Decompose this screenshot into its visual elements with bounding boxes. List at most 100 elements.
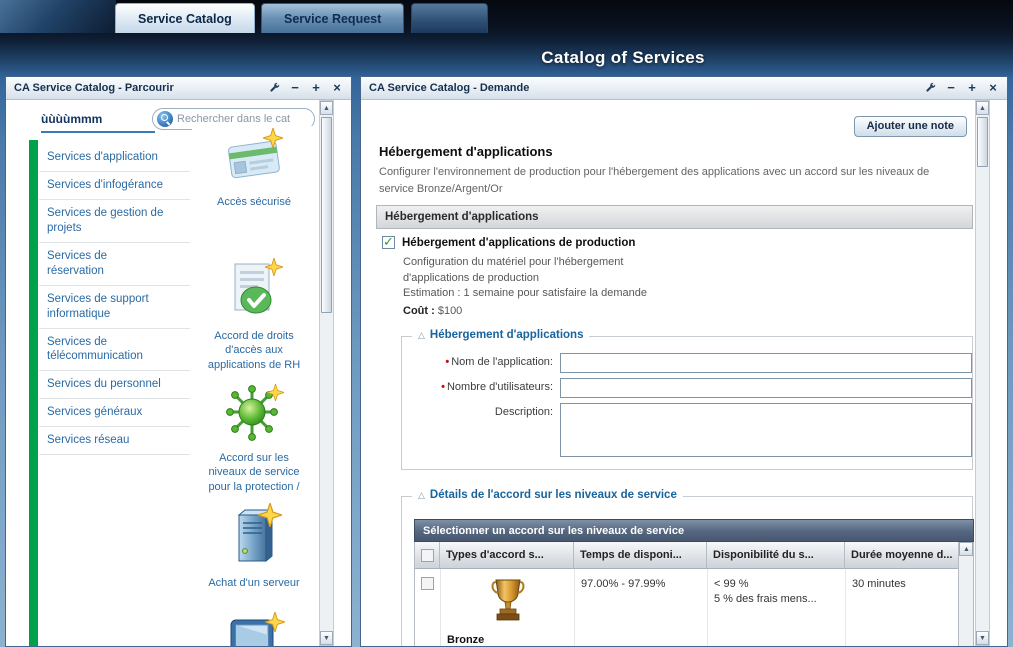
category-item[interactable]: Services de support informatique — [39, 286, 190, 329]
service-sla-protection[interactable]: Accord sur les niveaux de service pour l… — [192, 382, 316, 494]
scroll-down-icon[interactable]: ▼ — [320, 631, 333, 645]
select-all-checkbox[interactable] — [421, 549, 434, 562]
section-header: Hébergement d'applications — [376, 205, 973, 229]
category-item[interactable]: Services réseau — [39, 427, 190, 455]
application-form-group: △ Hébergement d'applications •Nom de l'a… — [401, 336, 973, 470]
category-item[interactable]: Services du personnel — [39, 371, 190, 399]
page-title: Catalog of Services — [541, 48, 704, 68]
browse-panel-header: CA Service Catalog - Parcourir − + × — [6, 77, 351, 100]
sla-row-availability: < 99 % 5 % des frais mens... — [708, 569, 846, 646]
tab-separator — [411, 3, 488, 33]
category-item[interactable]: Services généraux — [39, 399, 190, 427]
scroll-up-icon[interactable]: ▲ — [320, 101, 333, 115]
add-note-button[interactable]: Ajouter une note — [854, 116, 967, 137]
request-panel-body: Ajouter une note Hébergement d'applicati… — [361, 100, 1007, 646]
column-header-uptime[interactable]: Temps de disponi... — [574, 542, 707, 569]
scroll-up-icon[interactable]: ▲ — [959, 542, 973, 556]
collapse-icon[interactable]: △ — [418, 490, 425, 501]
scroll-up-icon[interactable]: ▲ — [976, 101, 989, 115]
column-header-availability[interactable]: Disponibilité du s... — [707, 542, 845, 569]
monitor-icon — [223, 612, 285, 646]
request-panel: CA Service Catalog - Demande − + × Ajout… — [360, 76, 1008, 647]
category-accent-bar — [29, 140, 38, 646]
field-label: •Nombre d'utilisateurs: — [410, 378, 560, 398]
select-all-cell — [415, 542, 440, 569]
left-panel-scrollbar[interactable]: ▲ ▼ — [319, 100, 334, 646]
featured-label: Accord de droits d'accès aux application… — [199, 329, 309, 372]
browse-panel-title: CA Service Catalog - Parcourir — [14, 82, 268, 94]
field-label: •Nom de l'application: — [410, 353, 560, 373]
cost-value: $100 — [438, 305, 462, 317]
offering-estimation: Estimation : 1 semaine pour satisfaire l… — [403, 286, 973, 302]
request-panel-header: CA Service Catalog - Demande − + × — [361, 77, 1007, 100]
service-title: Hébergement d'applications — [379, 144, 553, 159]
right-panel-scrollbar[interactable]: ▲ ▼ — [975, 100, 990, 646]
column-header-type[interactable]: Types d'accord s... — [440, 542, 574, 569]
required-icon: • — [445, 356, 449, 368]
checkmark-icon: ✓ — [383, 234, 394, 250]
sla-row-duration: 30 minutes — [846, 569, 958, 646]
service-secure-access[interactable]: Accès sécurisé — [192, 126, 316, 209]
wrench-icon[interactable] — [268, 82, 280, 95]
offering-name: Hébergement d'applications de production — [402, 236, 635, 249]
offering-description: Configuration du matériel pour l'héberge… — [403, 255, 675, 286]
table-row[interactable]: Bronze 97.00% - 97.99% < 99 % 5 % des fr… — [415, 569, 958, 646]
featured-label: Accès sécurisé — [199, 195, 309, 209]
sla-table-header-row: Types d'accord s... Temps de disponi... … — [415, 542, 958, 569]
column-header-duration[interactable]: Durée moyenne d... — [845, 542, 958, 569]
cost-label: Coût : — [403, 305, 435, 317]
service-partial[interactable] — [192, 612, 316, 646]
request-panel-title: CA Service Catalog - Demande — [369, 82, 924, 94]
virus-icon — [223, 382, 285, 447]
description-textarea[interactable] — [560, 403, 972, 457]
offering-block: ✓ Hébergement d'applications de producti… — [376, 236, 973, 319]
row-checkbox[interactable] — [421, 577, 434, 590]
minimize-icon[interactable]: − — [945, 82, 957, 94]
close-icon[interactable]: × — [987, 82, 999, 94]
collapse-icon[interactable]: △ — [418, 330, 425, 341]
featured-label: Accord sur les niveaux de service pour l… — [199, 451, 309, 494]
table-scrollbar[interactable]: ▲ — [958, 542, 973, 646]
scroll-down-icon[interactable]: ▼ — [976, 631, 989, 645]
service-buy-server[interactable]: Achat d'un serveur — [192, 503, 316, 590]
sla-row-name: Bronze — [447, 633, 568, 646]
featured-label: Achat d'un serveur — [199, 576, 309, 590]
scrollbar-thumb[interactable] — [321, 117, 332, 313]
search-icon — [157, 111, 173, 127]
search-input[interactable] — [177, 113, 305, 125]
sla-table-title: Sélectionner un accord sur les niveaux d… — [414, 519, 974, 542]
id-card-icon — [223, 126, 285, 191]
application-name-input[interactable] — [560, 353, 972, 373]
catalog-folder-label[interactable]: ùùùùmmm — [41, 112, 155, 133]
service-description: Configurer l'environnement de production… — [379, 164, 965, 197]
expand-icon[interactable]: + — [966, 82, 978, 94]
browse-panel-body: ùùùùmmm Services d'application Services … — [6, 100, 351, 646]
server-icon — [224, 503, 284, 572]
category-item[interactable]: Services d'infogérance — [39, 172, 190, 200]
category-item[interactable]: Services de réservation — [39, 243, 190, 286]
sla-table: Sélectionner un accord sur les niveaux d… — [414, 519, 974, 646]
top-navigation-bar: Service Catalog Service Request — [0, 0, 1013, 33]
offering-checkbox[interactable]: ✓ — [382, 236, 395, 249]
trophy-bronze-icon — [447, 577, 568, 630]
category-item[interactable]: Services d'application — [39, 144, 190, 172]
user-count-input[interactable] — [560, 378, 972, 398]
tab-service-catalog[interactable]: Service Catalog — [115, 3, 255, 33]
category-item[interactable]: Services de télécommunication — [39, 329, 190, 372]
form-group-legend: Hébergement d'applications — [430, 329, 584, 341]
expand-icon[interactable]: + — [310, 82, 322, 94]
close-icon[interactable]: × — [331, 82, 343, 94]
required-icon: • — [441, 381, 445, 393]
category-item[interactable]: Services de gestion de projets — [39, 200, 190, 243]
service-access-rights[interactable]: Accord de droits d'accès aux application… — [192, 258, 316, 372]
sla-group: △ Détails de l'accord sur les niveaux de… — [401, 496, 973, 646]
browse-panel: CA Service Catalog - Parcourir − + × ùùù… — [5, 76, 352, 647]
tab-service-request[interactable]: Service Request — [261, 3, 404, 33]
category-list: Services d'application Services d'infogé… — [39, 144, 190, 455]
wrench-icon[interactable] — [924, 82, 936, 95]
scrollbar-thumb[interactable] — [977, 117, 988, 167]
document-check-icon — [223, 258, 285, 325]
sla-row-uptime: 97.00% - 97.99% — [575, 569, 708, 646]
minimize-icon[interactable]: − — [289, 82, 301, 94]
field-label: Description: — [410, 403, 560, 457]
